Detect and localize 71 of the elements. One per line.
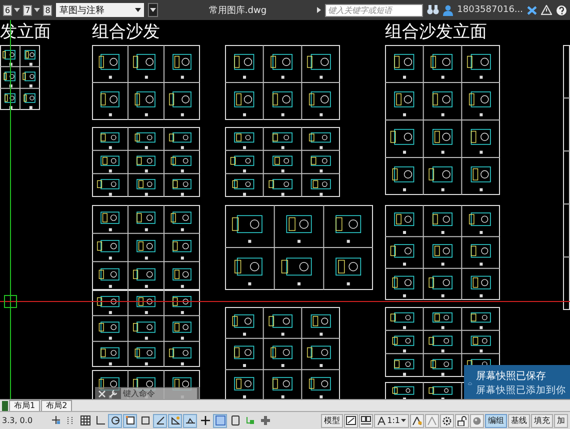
model-space-button[interactable]: 模型 bbox=[321, 414, 344, 428]
annotation-scale-dropdown[interactable]: 1:1 bbox=[374, 414, 409, 428]
layout-tab[interactable]: 布局1 bbox=[9, 400, 40, 411]
layout-tab[interactable]: 布局2 bbox=[41, 400, 72, 411]
annotation-scale-icon bbox=[377, 416, 386, 425]
drafting-tool-icon bbox=[124, 415, 136, 426]
drawing-heading: 组合沙发 bbox=[92, 22, 160, 43]
warning-triangle-icon[interactable] bbox=[541, 5, 552, 15]
viewport-icon bbox=[346, 416, 356, 425]
caret-icon bbox=[401, 419, 406, 422]
bulb-icon bbox=[472, 416, 482, 426]
close-icon[interactable] bbox=[98, 390, 106, 398]
annotation-icon bbox=[427, 416, 437, 425]
annotation-icon bbox=[412, 416, 422, 425]
drafting-tool-icon bbox=[140, 415, 150, 426]
drafting-tool-icon bbox=[200, 415, 210, 426]
dropdown-button[interactable] bbox=[148, 3, 158, 17]
drafting-tool-icon bbox=[170, 415, 180, 426]
drafting-tool-icon bbox=[80, 415, 90, 426]
drafting-tool-icon bbox=[50, 415, 60, 426]
user-name[interactable]: 1803587016... bbox=[457, 5, 523, 15]
status-toggle-button[interactable] bbox=[123, 414, 137, 428]
two-panel-icon bbox=[361, 416, 372, 425]
status-toggle-button[interactable] bbox=[198, 414, 212, 428]
drafting-tool-icon bbox=[154, 415, 166, 426]
status-toggle-button[interactable] bbox=[213, 414, 227, 428]
caret-icon bbox=[150, 8, 156, 12]
notification-message: 屏幕快照已添加到你 bbox=[476, 384, 566, 397]
status-toggle-button[interactable] bbox=[183, 414, 197, 428]
annotation-visibility-button[interactable] bbox=[410, 414, 424, 428]
gear-icon bbox=[442, 416, 452, 426]
exchange-icon[interactable] bbox=[527, 6, 537, 14]
status-text-button[interactable]: 填充 bbox=[531, 414, 553, 428]
status-toggle-button[interactable] bbox=[168, 414, 182, 428]
settings-button[interactable] bbox=[440, 414, 454, 428]
dropdown-caret-icon[interactable] bbox=[34, 8, 40, 12]
expand-arrow-icon[interactable] bbox=[317, 7, 322, 13]
keytip-badge: 7 bbox=[23, 4, 32, 16]
keytip-badge: 8 bbox=[43, 4, 52, 16]
drawing-heading: 组合沙发立面 bbox=[385, 22, 487, 43]
drafting-tool-icon bbox=[64, 415, 76, 426]
drafting-tool-icon bbox=[230, 415, 240, 426]
dropdown-caret-icon bbox=[135, 8, 142, 12]
status-toggle-button[interactable] bbox=[153, 414, 167, 428]
status-text-button[interactable]: 基线 bbox=[508, 414, 530, 428]
window-title: 常用图库.dwg bbox=[208, 4, 268, 16]
layout-view-button[interactable] bbox=[359, 414, 374, 428]
drafting-tool-icon bbox=[214, 415, 226, 426]
viewport-button[interactable] bbox=[344, 414, 358, 428]
status-toggle-button[interactable] bbox=[78, 414, 92, 428]
drafting-tool-icon bbox=[110, 415, 120, 426]
notification-title: 屏幕快照已保存 bbox=[476, 370, 547, 383]
status-text-button[interactable]: 编组 bbox=[485, 414, 507, 428]
lock-icon bbox=[457, 416, 467, 426]
drafting-tool-icon bbox=[244, 415, 256, 426]
drafting-tool-icon bbox=[94, 415, 106, 426]
command-input-field[interactable]: 键入命令 bbox=[121, 388, 197, 399]
workspace-dropdown[interactable]: 草图与注释 bbox=[56, 3, 144, 17]
drafting-tool-icon bbox=[260, 415, 270, 426]
help-icon[interactable] bbox=[556, 4, 567, 16]
dropdown-caret-icon[interactable] bbox=[14, 8, 20, 12]
status-toggle-button[interactable] bbox=[108, 414, 122, 428]
search-field[interactable]: 键入关键字或短语 bbox=[325, 4, 424, 16]
status-text-button[interactable]: 加 bbox=[554, 414, 568, 428]
status-toggle-button[interactable] bbox=[258, 414, 272, 428]
wrench-icon[interactable] bbox=[109, 389, 118, 398]
lock-button[interactable] bbox=[455, 414, 469, 428]
coordinate-readout: 3.3, 0.0 bbox=[2, 416, 34, 425]
keytip-badge: 6 bbox=[3, 4, 12, 16]
binoculars-icon[interactable] bbox=[427, 5, 440, 15]
user-icon[interactable] bbox=[443, 4, 454, 16]
